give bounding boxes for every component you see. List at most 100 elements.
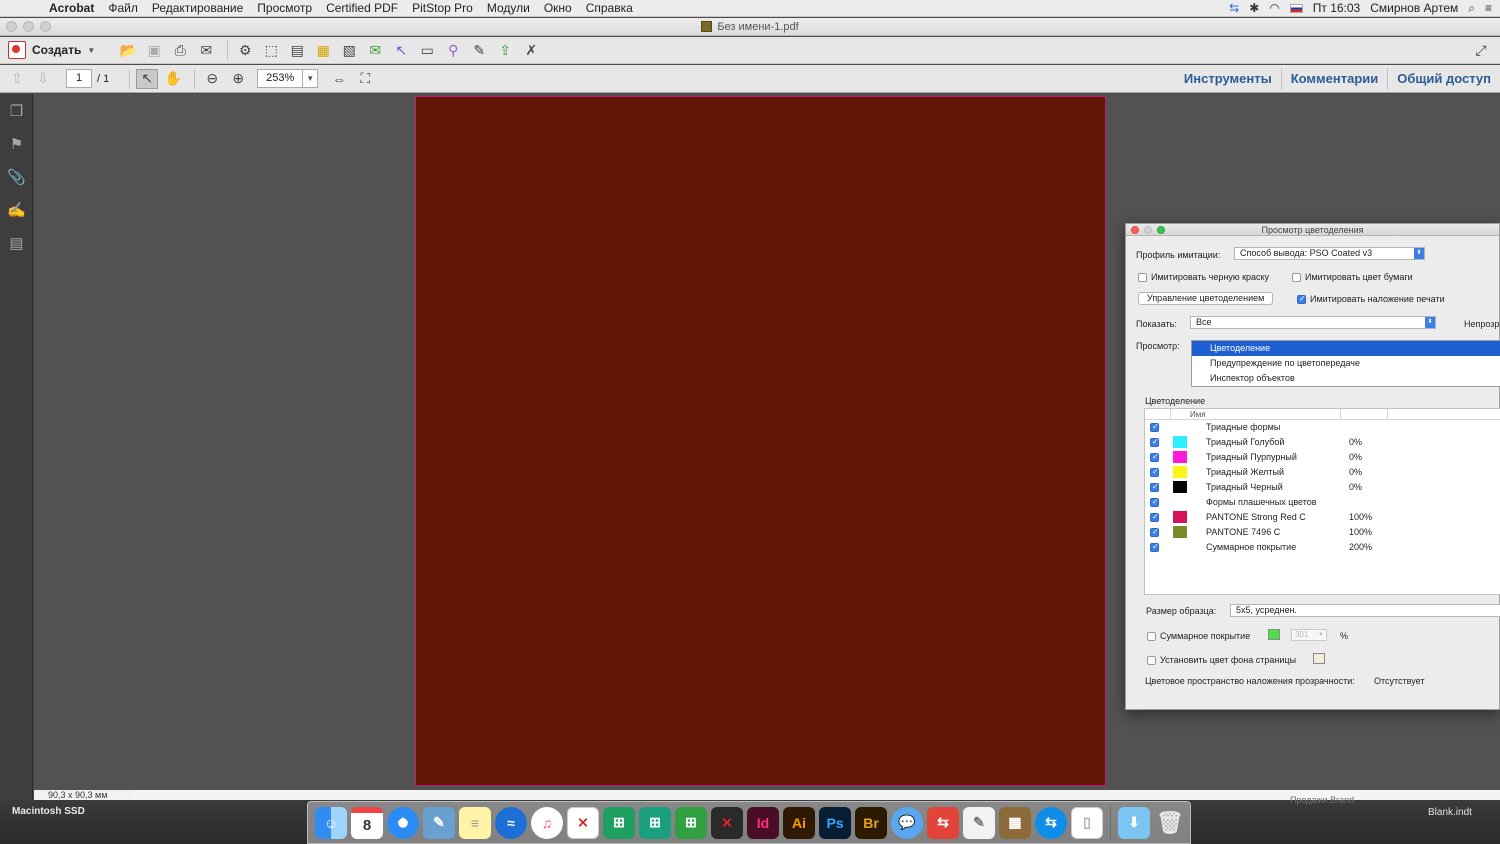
- windows-app-icon-2[interactable]: ⊞: [639, 806, 671, 839]
- pin-icon[interactable]: ⚲: [442, 40, 464, 60]
- separation-row[interactable]: Триадный Желтый 0%: [1145, 465, 1500, 480]
- signatures-icon[interactable]: ✍: [0, 193, 33, 226]
- bridge-icon[interactable]: Br: [855, 806, 887, 839]
- textedit-icon[interactable]: ✎: [963, 806, 995, 839]
- panel-title-bar[interactable]: Просмотр цветоделения: [1126, 224, 1499, 236]
- profile-select[interactable]: Способ вывода: PSO Coated v3 ⬍: [1234, 247, 1425, 260]
- total-coverage-checkbox[interactable]: [1147, 632, 1156, 641]
- separation-row[interactable]: PANTONE 7496 C 100%: [1145, 525, 1500, 540]
- windows-app-icon-3[interactable]: ⊞: [675, 806, 707, 839]
- open-file-icon[interactable]: 📂: [117, 40, 139, 60]
- menu-pitstop-pro[interactable]: PitStop Pro: [405, 1, 480, 15]
- separation-row[interactable]: Формы плашечных цветов: [1145, 495, 1500, 510]
- menu-help[interactable]: Справка: [579, 1, 640, 15]
- simulate-black-checkbox[interactable]: [1138, 273, 1147, 282]
- tools-link[interactable]: Инструменты: [1175, 68, 1281, 90]
- downloads-folder-icon[interactable]: ⬇: [1118, 806, 1150, 839]
- wifi-icon[interactable]: ◠: [1269, 1, 1279, 15]
- content-icon[interactable]: ▤: [0, 226, 33, 259]
- separation-visibility-checkbox[interactable]: [1150, 542, 1159, 552]
- macintosh-ssd-label[interactable]: Macintosh SSD: [12, 806, 85, 817]
- previous-page-icon[interactable]: ⇧: [6, 69, 28, 89]
- separation-visibility-checkbox[interactable]: [1150, 512, 1159, 522]
- spotlight-search-icon[interactable]: ⌕: [1468, 1, 1475, 16]
- simulate-black-option[interactable]: Имитировать черную краску: [1138, 272, 1269, 282]
- calendar-icon[interactable]: 8: [351, 806, 383, 839]
- pdf-page[interactable]: [415, 96, 1106, 786]
- preview-list[interactable]: Цветоделение Предупреждение по цветопере…: [1191, 340, 1500, 387]
- select-tool-icon[interactable]: ↖: [136, 68, 159, 89]
- comments-link[interactable]: Комментарии: [1280, 67, 1388, 90]
- itunes-icon[interactable]: ♫: [531, 806, 563, 839]
- teamviewer-icon[interactable]: ⇆: [1035, 806, 1067, 839]
- menu-file[interactable]: Файл: [101, 1, 145, 15]
- acrobat-pro-icon[interactable]: ⨯: [711, 806, 743, 839]
- desktop-file-label[interactable]: Продажи.Brand: [1290, 795, 1354, 805]
- fit-page-icon[interactable]: ⛶: [354, 69, 376, 89]
- blank-indt-label[interactable]: Blank.indt: [1428, 807, 1472, 818]
- expand-view-icon[interactable]: ⤢: [1470, 40, 1492, 60]
- menu-edit[interactable]: Редактирование: [145, 1, 250, 15]
- preview-option-object-inspector[interactable]: Инспектор объектов: [1192, 371, 1500, 386]
- remote-app-icon[interactable]: ⇆: [927, 806, 959, 839]
- menubar-user[interactable]: Смирнов Артем: [1370, 1, 1458, 15]
- zoom-panel-button[interactable]: [1157, 226, 1165, 234]
- save-icon[interactable]: ▣: [143, 40, 165, 60]
- simulate-paper-option[interactable]: Имитировать цвет бумаги: [1292, 272, 1413, 282]
- photoshop-icon[interactable]: Ps: [819, 806, 851, 839]
- settings-gear-icon[interactable]: ⚙: [234, 40, 256, 60]
- sample-size-select[interactable]: 5x5, усреднен.: [1230, 604, 1500, 617]
- preview-option-color-warnings[interactable]: Предупреждение по цветопередаче: [1192, 356, 1500, 371]
- email-icon[interactable]: ✉: [195, 40, 217, 60]
- notification-center-icon[interactable]: ≡: [1485, 1, 1492, 15]
- print-icon[interactable]: ⎙: [169, 40, 191, 60]
- separation-visibility-checkbox[interactable]: [1150, 452, 1159, 462]
- indesign-icon[interactable]: Id: [747, 806, 779, 839]
- coverage-highlight-swatch[interactable]: [1268, 629, 1280, 640]
- separation-row[interactable]: Суммарное покрытие 200%: [1145, 540, 1500, 555]
- minimize-panel-button[interactable]: [1144, 226, 1152, 234]
- messages-icon[interactable]: 💬: [891, 806, 923, 839]
- separation-visibility-checkbox[interactable]: [1150, 437, 1159, 447]
- certified-pdf-icon[interactable]: ✗: [520, 40, 542, 60]
- preview-app-icon[interactable]: ✎: [423, 806, 455, 839]
- separation-visibility-checkbox[interactable]: [1150, 482, 1159, 492]
- menu-modules[interactable]: Модули: [480, 1, 537, 15]
- close-panel-button[interactable]: [1131, 226, 1139, 234]
- separation-row[interactable]: Триадный Черный 0%: [1145, 480, 1500, 495]
- minimize-window-button[interactable]: [23, 21, 34, 32]
- safari-icon[interactable]: ✦: [387, 806, 419, 839]
- zoom-out-icon[interactable]: ⊖: [201, 69, 223, 89]
- acrobat-reader-icon[interactable]: ⨯: [567, 806, 599, 839]
- next-page-icon[interactable]: ⇩: [32, 69, 54, 89]
- bookmarks-icon[interactable]: ⚑: [0, 127, 33, 160]
- share-link[interactable]: Общий доступ: [1387, 67, 1500, 90]
- input-source-flag-icon[interactable]: [1289, 3, 1303, 13]
- separation-row[interactable]: Триадный Голубой 0%: [1145, 435, 1500, 450]
- menu-window[interactable]: Окно: [537, 1, 579, 15]
- total-coverage-option[interactable]: Суммарное покрытие: [1147, 631, 1250, 641]
- simulate-overprint-option[interactable]: Имитировать наложение печати: [1297, 294, 1445, 304]
- separation-row[interactable]: Триадные формы: [1145, 420, 1500, 435]
- separation-row[interactable]: Триадный Пурпурный 0%: [1145, 450, 1500, 465]
- total-coverage-input[interactable]: 301 ▼: [1291, 629, 1327, 641]
- menu-view[interactable]: Просмотр: [250, 1, 319, 15]
- notes-icon[interactable]: ≡: [459, 806, 491, 839]
- pitstop-inspector-icon[interactable]: ⬚: [260, 40, 282, 60]
- illustrator-icon[interactable]: Ai: [783, 806, 815, 839]
- document-file-icon[interactable]: ▯: [1071, 806, 1103, 839]
- mail-client-icon[interactable]: ≈: [495, 806, 527, 839]
- menu-certified-pdf[interactable]: Certified PDF: [319, 1, 405, 15]
- page-bg-swatch[interactable]: [1313, 653, 1325, 664]
- ruler-icon[interactable]: ▭: [416, 40, 438, 60]
- annotation-icon[interactable]: ✎: [468, 40, 490, 60]
- zoom-window-button[interactable]: [40, 21, 51, 32]
- app-menu[interactable]: Acrobat: [42, 1, 101, 15]
- trash-icon[interactable]: 🗑: [1154, 807, 1186, 839]
- bluetooth-icon[interactable]: ✱: [1249, 1, 1259, 15]
- envelope-check-icon[interactable]: ✉: [364, 40, 386, 60]
- close-window-button[interactable]: [6, 21, 17, 32]
- separation-row[interactable]: PANTONE Strong Red C 100%: [1145, 510, 1500, 525]
- show-select[interactable]: Все ⬍: [1190, 316, 1436, 329]
- page-number-input[interactable]: 1: [66, 69, 92, 88]
